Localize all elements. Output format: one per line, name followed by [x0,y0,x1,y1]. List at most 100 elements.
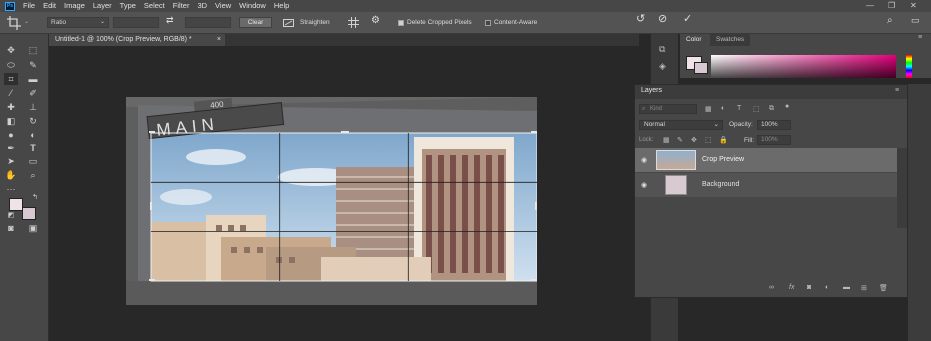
width-input[interactable] [113,17,159,28]
layer-row-crop-preview[interactable]: ◉ Crop Preview [635,148,897,172]
brush-tool-icon[interactable]: ✐ [26,87,40,99]
layers-scrollbar[interactable] [897,148,907,228]
menu-view[interactable]: View [215,0,231,12]
menu-filter[interactable]: Filter [173,0,190,12]
filter-pixel-icon[interactable]: ▦ [705,105,712,113]
swap-icon[interactable]: ⇄ [166,15,174,26]
menu-3d[interactable]: 3D [197,0,207,12]
lock-artboard-icon[interactable]: ⬚ [705,136,712,144]
filter-smart-icon[interactable]: ⧉ [769,105,774,113]
layers-menu-icon[interactable]: ≡ [895,87,899,94]
workspace-icon[interactable]: ▭ [911,15,920,26]
delete-cropped-checkbox[interactable] [398,20,404,26]
clear-button[interactable]: Clear [239,17,272,28]
quick-mask-icon[interactable]: ◙ [4,222,18,234]
menu-image[interactable]: Image [64,0,85,12]
history-panel-icon[interactable]: ⧉ [659,44,665,55]
type-tool-icon[interactable]: T [26,142,40,154]
adjustment-layer-icon[interactable]: ◐ [825,284,829,291]
opacity-input[interactable]: 100% [757,120,791,130]
eraser-tool-icon[interactable]: ◧ [4,115,18,127]
artboard-tool-icon[interactable]: ⬚ [26,44,40,56]
tab-swatches[interactable]: Swatches [710,34,751,46]
lock-transparent-icon[interactable]: ▦ [663,136,670,144]
hue-slider[interactable] [906,55,912,78]
delete-layer-icon[interactable]: 🗑 [879,284,888,292]
layer-style-fx-icon[interactable]: fx [789,284,794,291]
overlay-grid-icon[interactable] [348,17,359,28]
eyedropper-tool-icon[interactable]: ⁄ [4,87,18,99]
crop-tool-active-icon[interactable]: ⌗ [4,73,18,85]
menu-file[interactable]: File [23,0,35,12]
zoom-tool-icon[interactable]: ⌕ [26,169,40,181]
menu-layer[interactable]: Layer [93,0,112,12]
crop-tool-icon[interactable] [7,16,21,30]
path-select-icon[interactable]: ➤ [4,155,18,167]
history-brush-icon[interactable]: ↻ [26,115,40,127]
content-aware-checkbox[interactable] [485,20,491,26]
fill-input[interactable]: 100% [757,135,791,145]
color-field[interactable] [711,55,896,78]
filter-shape-icon[interactable]: ⬚ [753,105,760,113]
close-tab-icon[interactable]: × [217,34,221,46]
tab-color[interactable]: Color [680,34,708,46]
crop-image[interactable]: 400 MAIN [126,97,537,305]
frame-tool-icon[interactable]: ▬ [26,73,40,85]
swap-colors-icon[interactable]: ↰ [28,192,42,204]
move-tool-icon[interactable]: ✥ [4,44,18,56]
visibility-eye-icon[interactable]: ◉ [641,181,647,189]
cancel-icon[interactable]: ⊘ [658,14,667,25]
menu-edit[interactable]: Edit [43,0,56,12]
gear-icon[interactable]: ⚙ [371,15,380,26]
ratio-select[interactable]: Ratio ⌄ [47,17,109,28]
marquee-tool-icon[interactable]: ⬭ [4,59,18,71]
restore-icon[interactable]: ❐ [888,0,895,12]
hand-tool-icon[interactable]: ✋ [4,169,18,181]
pen-tool-icon[interactable]: ✒ [4,142,18,154]
menu-type[interactable]: Type [120,0,136,12]
new-layer-icon[interactable]: ⊞ [861,284,867,292]
lock-position-icon[interactable]: ✥ [691,136,697,144]
menu-window[interactable]: Window [239,0,266,12]
lock-all-icon[interactable]: 🔒 [719,136,728,144]
link-layers-icon[interactable]: ∞ [769,284,774,291]
rectangle-tool-icon[interactable]: ▭ [26,155,40,167]
search-icon[interactable]: ⌕ [887,15,893,26]
menu-select[interactable]: Select [144,0,165,12]
tool-preset-chevron-icon[interactable]: ⌄ [24,17,29,28]
visibility-eye-icon[interactable]: ◉ [641,156,647,164]
layers-panel-title[interactable]: Layers [641,87,662,94]
menu-help[interactable]: Help [274,0,289,12]
stamp-tool-icon[interactable]: ⊥ [26,101,40,113]
quick-select-tool-icon[interactable]: ✎ [26,59,40,71]
straighten-label[interactable]: Straighten [300,17,330,28]
default-colors-icon[interactable]: ◩ [4,210,18,222]
layer-name: Crop Preview [702,156,745,163]
reset-icon[interactable]: ↺ [636,14,645,25]
dodge-tool-icon[interactable]: ◐ [26,129,40,141]
document-tab[interactable]: Untitled-1 @ 100% (Crop Preview, RGB/8) … [49,34,225,46]
photoshop-logo-icon[interactable]: Ps [5,1,15,11]
blend-mode-select[interactable]: Normal ⌄ [639,120,723,130]
height-input[interactable] [185,17,231,28]
filter-type-icon[interactable]: T [737,105,741,112]
blur-tool-icon[interactable]: ● [4,129,18,141]
screen-mode-icon[interactable]: ▣ [26,222,40,234]
commit-check-icon[interactable]: ✓ [683,14,692,25]
layer-row-background[interactable]: ◉ Background [635,173,897,197]
add-mask-icon[interactable]: ◙ [807,284,811,291]
filter-adjustment-icon[interactable]: ◐ [721,105,725,112]
color-bg-swatch[interactable] [694,62,708,74]
background-color-swatch[interactable] [22,207,36,220]
layer-filter-select[interactable]: ⌕ Kind [639,104,697,114]
lock-image-icon[interactable]: ✎ [677,136,683,144]
minimize-icon[interactable]: — [866,0,874,12]
filter-toggle-icon[interactable]: ● [785,103,789,110]
healing-tool-icon[interactable]: ✚ [4,101,18,113]
more-tools-icon[interactable]: ··· [4,183,18,195]
panel-menu-icon[interactable]: ≡ [918,34,922,41]
properties-panel-icon[interactable]: ◈ [659,61,666,72]
new-group-icon[interactable]: ▬ [843,284,850,291]
close-window-icon[interactable]: ✕ [910,0,917,12]
straighten-icon[interactable] [283,19,294,27]
